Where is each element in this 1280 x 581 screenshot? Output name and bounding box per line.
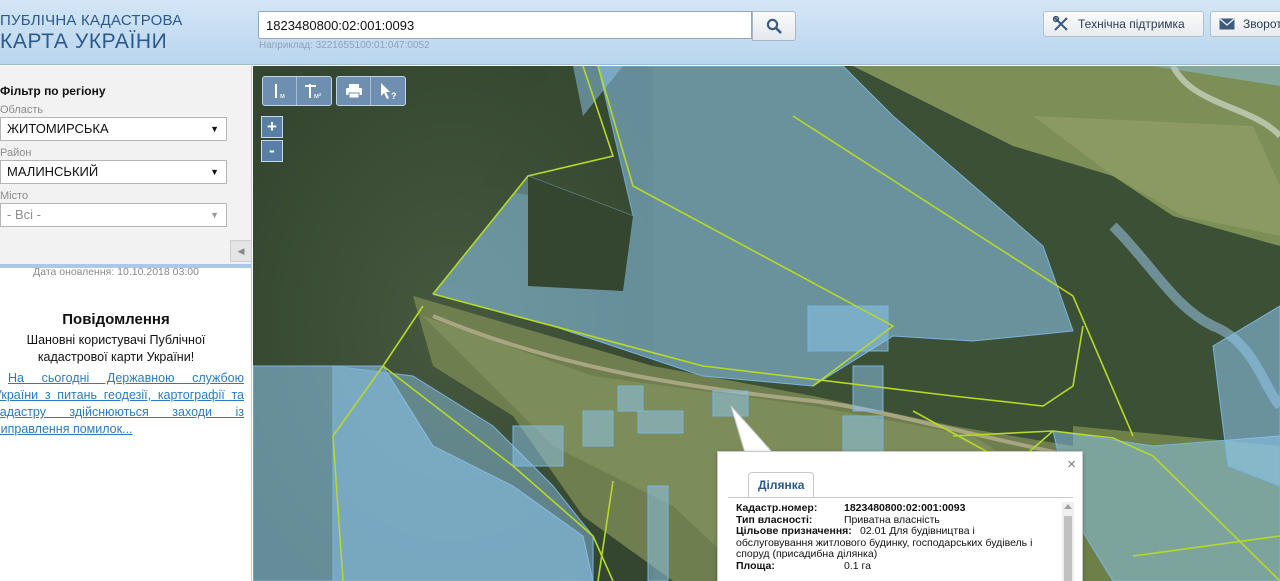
- notice-greeting: Шановні користувачі Публічної кадастрово…: [26, 333, 206, 364]
- tech-support-label: Технічна підтримка: [1078, 17, 1185, 31]
- parcel-row-purpose: Цільове призначення: 02.01 Для будівництв…: [736, 525, 1058, 561]
- dropdown-arrow-icon: ▼: [210, 124, 219, 134]
- envelope-icon: [1219, 16, 1235, 32]
- collapse-sidebar-button[interactable]: ◀: [230, 240, 251, 262]
- svg-text:м²: м²: [314, 93, 322, 100]
- print-button[interactable]: [337, 77, 371, 105]
- print-icon: [345, 84, 362, 99]
- parcel-row-cadastral-number: Кадастр.номер: 1823480800:02:001:0093: [736, 502, 1058, 515]
- district-select[interactable]: МАЛИНСЬКИЙ ▼: [0, 160, 227, 184]
- close-icon[interactable]: ×: [1067, 456, 1076, 473]
- measure-length-button[interactable]: м: [263, 77, 297, 105]
- popup-scrollbar[interactable]: [1062, 502, 1074, 581]
- feedback-label: Зворотній: [1243, 17, 1280, 31]
- filter-title: Фільтр по регіону: [0, 84, 106, 98]
- sidebar: Фільтр по регіону Область ЖИТОМИРСЬКА ▼ …: [0, 66, 252, 581]
- parcel-row-area: Площа: 0.1 га: [736, 559, 1058, 573]
- tools-icon: [1052, 16, 1070, 32]
- parcel-details: Кадастр.номер: 1823480800:02:001:0093 Ти…: [736, 502, 1058, 573]
- search-icon: [766, 18, 782, 34]
- info-pointer-button[interactable]: ?: [371, 77, 405, 105]
- notice-link[interactable]: На сьогодні Державною службою України з …: [0, 370, 244, 438]
- measure-tools: м м²: [262, 76, 332, 106]
- svg-text:м: м: [280, 93, 285, 100]
- region-select[interactable]: ЖИТОМИРСЬКА ▼: [0, 117, 227, 141]
- zoom-out-button[interactable]: -: [261, 140, 283, 162]
- dropdown-arrow-icon: ▼: [210, 167, 219, 177]
- city-select[interactable]: - Всі - ▼: [0, 203, 227, 227]
- logo-line-2: КАРТА УКРАЇНИ: [0, 30, 168, 53]
- tech-support-button[interactable]: Технічна підтримка: [1043, 11, 1204, 37]
- feedback-button[interactable]: Зворотній: [1210, 11, 1280, 37]
- row-key: Кадастр.номер:: [736, 502, 818, 514]
- map-view[interactable]: м м² ? + - × Ділянка Кадастр.номер: 1823…: [253, 66, 1280, 581]
- svg-text:?: ?: [391, 91, 397, 101]
- region-select-value: ЖИТОМИРСЬКА: [7, 121, 109, 136]
- notice-title: Повідомлення: [62, 311, 170, 328]
- chevron-left-icon: ◀: [237, 245, 245, 256]
- district-label: Район: [0, 147, 32, 159]
- region-label: Область: [0, 104, 44, 116]
- info-pointer-icon: ?: [381, 83, 397, 101]
- scroll-up-icon: [1064, 504, 1072, 509]
- header: ПУБЛІЧНА КАДАСТРОВА КАРТА УКРАЇНИ Наприк…: [0, 0, 1280, 65]
- search-button[interactable]: [752, 11, 796, 41]
- row-value: 0.1 га: [844, 559, 871, 572]
- print-info-tools: ?: [336, 76, 406, 106]
- divider: [728, 497, 1073, 498]
- tab-parcel[interactable]: Ділянка: [748, 472, 815, 498]
- row-key: Площа:: [736, 559, 775, 572]
- zoom-in-button[interactable]: +: [261, 116, 283, 138]
- cadastral-search-input[interactable]: [258, 11, 752, 39]
- dropdown-arrow-icon: ▼: [210, 210, 219, 220]
- app-root: ПУБЛІЧНА КАДАСТРОВА КАРТА УКРАЇНИ Наприк…: [0, 0, 1280, 581]
- logo-line-1: ПУБЛІЧНА КАДАСТРОВА: [0, 12, 183, 29]
- row-value: 1823480800:02:001:0093: [844, 502, 966, 514]
- measure-area-button[interactable]: м²: [297, 77, 331, 105]
- city-select-value: - Всі -: [7, 207, 41, 222]
- site-logo[interactable]: ПУБЛІЧНА КАДАСТРОВА КАРТА УКРАЇНИ: [0, 12, 182, 54]
- region-filter-panel: Фільтр по регіону Область ЖИТОМИРСЬКА ▼ …: [0, 66, 251, 265]
- district-select-value: МАЛИНСЬКИЙ: [7, 164, 99, 179]
- update-date: Дата оновлення: 10.10.2018 03:00: [33, 266, 199, 278]
- parcel-info-popup: × Ділянка Кадастр.номер: 1823480800:02:0…: [717, 451, 1083, 581]
- measure-area-icon: м²: [305, 84, 322, 100]
- city-label: Місто: [0, 190, 29, 202]
- search-example-hint: Наприклад: 3221655100:01:047:0052: [259, 40, 430, 51]
- scroll-thumb[interactable]: [1064, 516, 1072, 581]
- measure-length-icon: м: [274, 84, 285, 100]
